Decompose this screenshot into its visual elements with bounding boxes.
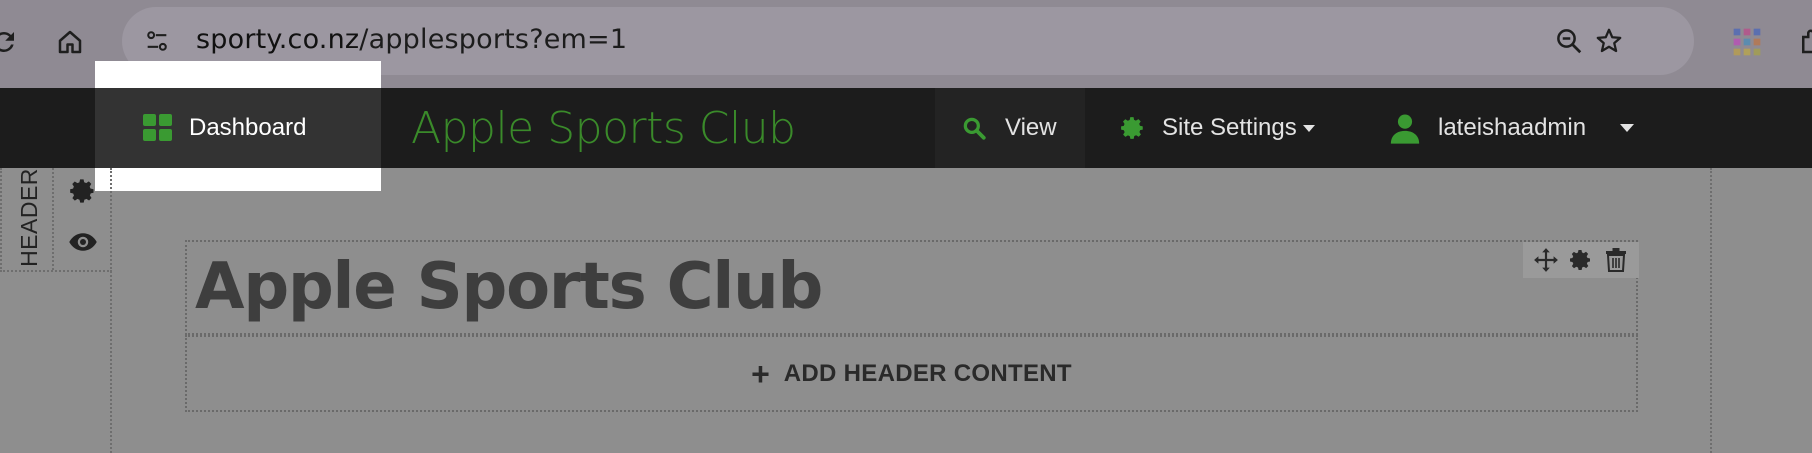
url-host: sporty.co.nz xyxy=(196,24,360,55)
site-settings-label: Site Settings xyxy=(1162,114,1297,141)
plus-icon: + xyxy=(751,355,770,392)
zoom-out-icon xyxy=(1557,29,1582,54)
user-menu[interactable]: lateishaadmin xyxy=(1388,88,1635,168)
eye-icon xyxy=(69,233,97,251)
extensions-button[interactable] xyxy=(1790,20,1812,64)
view-link[interactable]: View xyxy=(935,88,1085,168)
username-label: lateishaadmin xyxy=(1438,114,1587,141)
block-title-heading[interactable]: Apple Sports Club xyxy=(195,250,823,324)
site-info-button[interactable] xyxy=(140,24,174,58)
header-tab-label: HEADER xyxy=(15,167,42,267)
move-icon xyxy=(1534,248,1559,272)
header-visibility-button[interactable] xyxy=(66,225,100,259)
chevron-down-icon xyxy=(1620,124,1635,132)
apps-button[interactable] xyxy=(1725,20,1769,64)
url-text[interactable]: sporty.co.nz/applesports?em=1 xyxy=(196,24,627,55)
dashboard-grid-icon xyxy=(143,114,172,141)
add-header-content-button[interactable]: + ADD HEADER CONTENT xyxy=(185,335,1638,412)
add-header-content-label: ADD HEADER CONTENT xyxy=(783,359,1072,387)
url-path: /applesports?em=1 xyxy=(359,24,628,55)
move-block-button[interactable] xyxy=(1532,246,1560,274)
bookmark-star-icon xyxy=(1596,28,1622,53)
header-tab-label-wrap: HEADER xyxy=(12,166,46,268)
reload-button[interactable] xyxy=(0,20,26,64)
bookmark-button[interactable] xyxy=(1592,24,1626,58)
trash-icon xyxy=(1605,248,1626,272)
apps-grid-icon xyxy=(1733,28,1761,56)
header-settings-button[interactable] xyxy=(66,174,100,208)
site-title[interactable]: Apple Sports Club xyxy=(411,103,796,154)
chevron-down-icon xyxy=(1302,124,1315,132)
dashboard-link[interactable]: Dashboard xyxy=(95,88,381,168)
gear-icon xyxy=(1569,250,1590,270)
block-toolbar xyxy=(1523,242,1639,278)
block-settings-button[interactable] xyxy=(1567,246,1595,274)
gear-icon xyxy=(1121,117,1143,139)
site-settings-menu[interactable]: Site Settings xyxy=(1120,88,1315,168)
dashboard-label: Dashboard xyxy=(189,114,307,141)
site-info-icon xyxy=(147,31,167,51)
reload-icon xyxy=(0,31,14,52)
user-icon xyxy=(1390,114,1420,144)
search-icon xyxy=(963,117,986,140)
extensions-icon xyxy=(1802,29,1812,54)
header-tab-divider xyxy=(52,168,54,270)
delete-block-button[interactable] xyxy=(1602,246,1630,274)
home-button[interactable] xyxy=(48,20,92,64)
gear-icon xyxy=(70,179,94,203)
home-icon xyxy=(58,30,82,54)
view-label: View xyxy=(1005,114,1057,141)
zoom-out-button[interactable] xyxy=(1552,24,1586,58)
